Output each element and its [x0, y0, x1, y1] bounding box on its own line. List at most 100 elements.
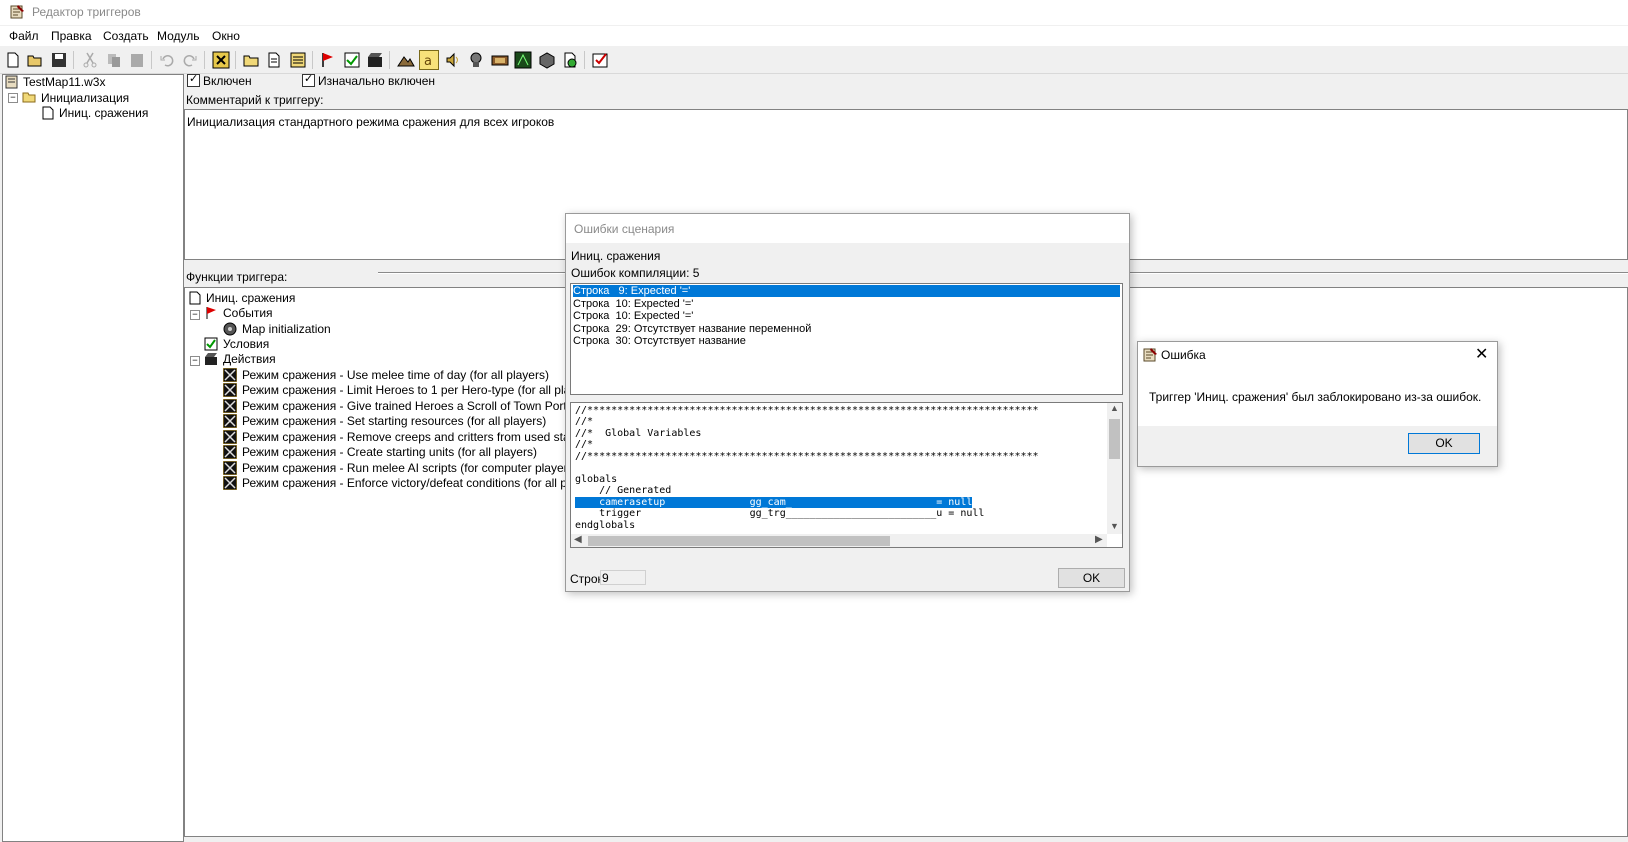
error-row[interactable]: Строка 10: Expected '=': [573, 298, 693, 310]
condition-icon: [204, 337, 218, 351]
new-condition-icon[interactable]: [342, 50, 362, 70]
scroll-down-icon[interactable]: ▼: [1110, 521, 1119, 531]
dialog-title-bar[interactable]: Ошибки сценария: [566, 214, 1129, 243]
melee-action-icon: [223, 383, 237, 397]
action-item[interactable]: Режим сражения - Set starting resources …: [242, 414, 546, 428]
vertical-scrollbar[interactable]: ▲ ▼: [1107, 403, 1122, 534]
error-message-box: Ошибка ✕ Триггер 'Иниц. сражения' был за…: [1137, 341, 1498, 467]
error-row[interactable]: Строка 29: Отсутствует название переменн…: [573, 323, 811, 335]
conditions-node[interactable]: Условия: [223, 337, 269, 351]
delete-icon[interactable]: [211, 50, 231, 70]
svg-text:a: a: [424, 54, 432, 69]
msgbox-message: Триггер 'Иниц. сражения' был заблокирова…: [1149, 390, 1482, 404]
line-label: Строк: [570, 572, 603, 586]
action-item[interactable]: Режим сражения - Enforce victory/defeat …: [242, 476, 603, 490]
functions-label: Функции триггера:: [186, 270, 288, 284]
script-code-view[interactable]: //**************************************…: [570, 402, 1123, 548]
redo-icon[interactable]: [180, 50, 200, 70]
record-icon[interactable]: [590, 50, 610, 70]
menu-file[interactable]: Файл: [9, 29, 39, 43]
line-number-field[interactable]: 9: [600, 570, 646, 585]
func-root[interactable]: Иниц. сражения: [206, 291, 295, 305]
map-init-icon: [223, 322, 237, 336]
event-item[interactable]: Map initialization: [242, 322, 331, 336]
toolbar: a: [0, 47, 1628, 74]
new-action-icon[interactable]: [365, 50, 385, 70]
code-line: //*: [575, 416, 594, 427]
collapse-icon[interactable]: −: [190, 310, 200, 320]
error-row[interactable]: Строка 10: Expected '=': [573, 310, 693, 322]
initially-on-checkbox[interactable]: [302, 72, 315, 87]
collapse-icon[interactable]: −: [8, 93, 18, 103]
campaign-editor-icon[interactable]: [490, 50, 510, 70]
new-comment-icon[interactable]: [288, 50, 308, 70]
code-line: globals: [575, 474, 618, 485]
sound-editor-icon[interactable]: [443, 50, 463, 70]
ai-editor-icon[interactable]: [513, 50, 533, 70]
app-icon: [10, 5, 24, 19]
comment-text: Инициализация стандартного режима сражен…: [187, 115, 555, 129]
tree-category-item[interactable]: Инициализация: [41, 91, 129, 105]
script-errors-dialog: Ошибки сценария Иниц. сражения Ошибок ко…: [565, 213, 1130, 592]
undo-icon[interactable]: [157, 50, 177, 70]
enabled-checkbox[interactable]: [187, 72, 200, 87]
melee-action-icon: [223, 461, 237, 475]
app-icon: [1143, 348, 1157, 362]
error-row[interactable]: Строка 30: Отсутствует название: [573, 335, 746, 347]
action-item[interactable]: Режим сражения - Limit Heroes to 1 per H…: [242, 383, 597, 397]
collapse-icon[interactable]: −: [190, 356, 200, 366]
cut-icon[interactable]: [80, 50, 100, 70]
enabled-label: Включен: [203, 74, 252, 88]
events-node[interactable]: События: [223, 306, 273, 320]
scroll-left-icon[interactable]: ◀: [574, 534, 582, 545]
menu-module[interactable]: Модуль: [157, 29, 200, 43]
menu-edit[interactable]: Правка: [51, 29, 92, 43]
menu-create[interactable]: Создать: [103, 29, 149, 43]
error-row-selected[interactable]: Строка 9: Expected '=': [573, 285, 1120, 297]
scroll-up-icon[interactable]: ▲: [1110, 403, 1119, 413]
new-trigger-icon[interactable]: [264, 50, 284, 70]
copy-icon[interactable]: [104, 50, 124, 70]
action-item[interactable]: Режим сражения - Create starting units (…: [242, 445, 537, 459]
horizontal-scrollbar[interactable]: ◀ ▶: [571, 534, 1107, 547]
trigger-doc-icon: [189, 291, 201, 305]
code-line: //* Global Variables: [575, 428, 702, 439]
trigger-doc-icon: [42, 106, 54, 120]
action-item[interactable]: Режим сражения - Use melee time of day (…: [242, 368, 549, 382]
ok-button[interactable]: OK: [1058, 568, 1125, 588]
actions-node[interactable]: Действия: [223, 352, 276, 366]
object-editor-icon[interactable]: [466, 50, 486, 70]
scroll-right-icon[interactable]: ▶: [1095, 534, 1103, 545]
test-map-icon[interactable]: [560, 50, 580, 70]
unit-editor-icon[interactable]: a: [419, 50, 439, 70]
code-line-highlighted: camerasetup gg_cam_ = null: [575, 497, 973, 508]
action-item[interactable]: Режим сражения - Run melee AI scripts (f…: [242, 461, 578, 475]
action-item[interactable]: Режим сражения - Give trained Heroes a S…: [242, 399, 613, 413]
import-manager-icon[interactable]: [537, 50, 557, 70]
window-title: Редактор триггеров: [32, 5, 141, 19]
folder-icon: [22, 92, 36, 103]
code-line: //**************************************…: [575, 451, 1039, 462]
terrain-editor-icon[interactable]: [396, 50, 416, 70]
line-number-value: 9: [602, 571, 609, 585]
new-event-icon[interactable]: [318, 50, 338, 70]
menu-window[interactable]: Окно: [212, 29, 240, 43]
paste-icon[interactable]: [127, 50, 147, 70]
scroll-thumb[interactable]: [588, 536, 890, 546]
error-list[interactable]: Строка 9: Expected '=' Строка 10: Expect…: [570, 283, 1123, 395]
open-icon[interactable]: [25, 50, 45, 70]
code-line: trigger gg_trg_________________________u…: [575, 508, 985, 519]
code-line: // Generated: [575, 485, 672, 496]
msgbox-ok-button[interactable]: OK: [1408, 433, 1480, 454]
new-icon[interactable]: [3, 50, 23, 70]
save-icon[interactable]: [49, 50, 69, 70]
close-icon[interactable]: ✕: [1475, 344, 1488, 364]
melee-action-icon: [223, 414, 237, 428]
new-category-icon[interactable]: [241, 50, 261, 70]
trigger-tree: TestMap11.w3x − Инициализация Иниц. сраж…: [2, 74, 184, 842]
code-line: endglobals: [575, 520, 636, 531]
code-line: //*: [575, 439, 594, 450]
scroll-thumb[interactable]: [1109, 419, 1120, 459]
tree-trigger-item[interactable]: Иниц. сражения: [59, 106, 148, 120]
tree-map-item[interactable]: TestMap11.w3x: [23, 75, 105, 89]
